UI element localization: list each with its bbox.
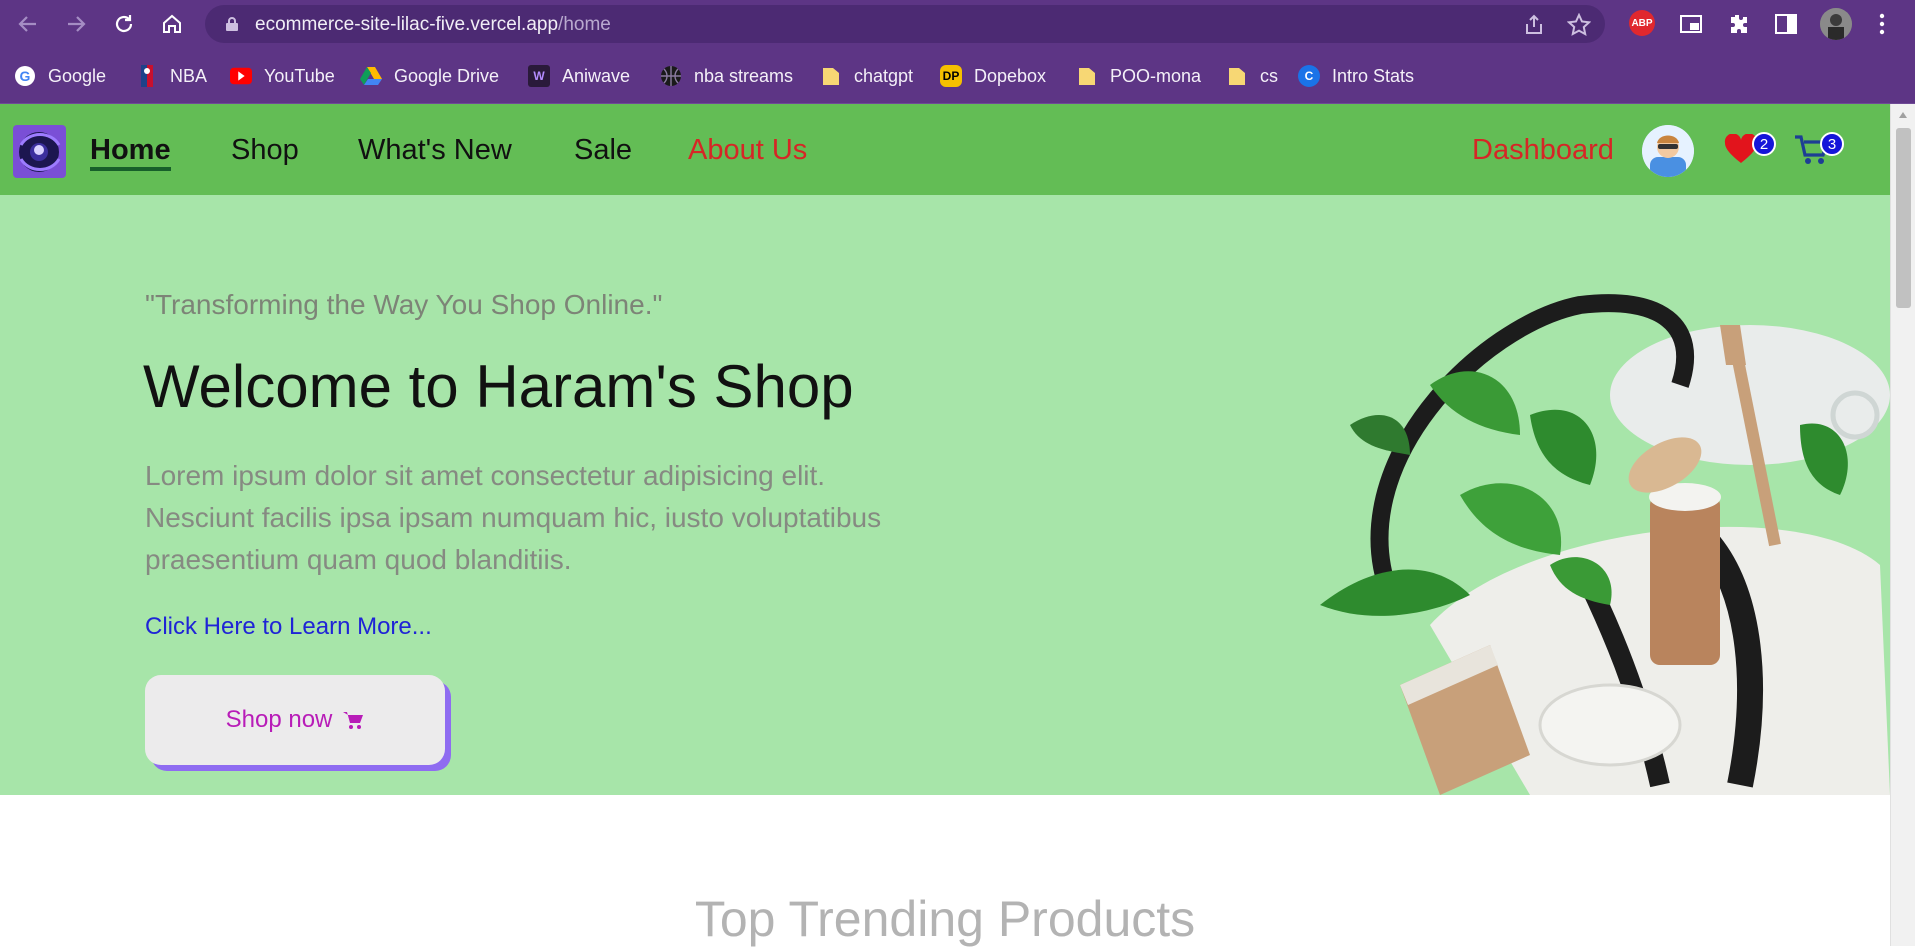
- wishlist-count-badge: 2: [1752, 132, 1776, 156]
- nav-shop[interactable]: Shop: [231, 134, 299, 167]
- forward-button[interactable]: [62, 10, 90, 38]
- picture-in-picture-button[interactable]: [1677, 10, 1705, 38]
- bookmarks-bar: G Google NBA YouTube Google Drive W Aniw…: [0, 48, 1915, 104]
- picture-in-picture-icon: [1680, 15, 1702, 33]
- user-avatar[interactable]: [1642, 125, 1694, 177]
- hero-product-image: [1320, 294, 1890, 795]
- bookmark-intro-stats[interactable]: C Intro Stats: [1298, 62, 1414, 90]
- bookmark-nba-streams[interactable]: nba streams: [660, 62, 793, 90]
- user-avatar-icon: [1642, 125, 1694, 177]
- side-panel-button[interactable]: [1772, 10, 1800, 38]
- bookmark-chatgpt[interactable]: chatgpt: [820, 62, 913, 90]
- profile-photo-icon: [1820, 8, 1852, 40]
- site-logo[interactable]: [13, 125, 66, 178]
- dopebox-icon: DP: [940, 65, 962, 87]
- youtube-icon: [230, 65, 252, 87]
- logo-swirl-icon: [19, 132, 61, 172]
- cart-count-badge: 3: [1820, 132, 1844, 156]
- nav-about-us[interactable]: About Us: [688, 134, 807, 167]
- bookmark-label: NBA: [170, 65, 208, 86]
- back-arrow-icon: [18, 16, 36, 32]
- bookmark-label: Google: [48, 65, 107, 86]
- intro-stats-icon: C: [1298, 65, 1320, 87]
- home-button[interactable]: [158, 10, 186, 38]
- reload-button[interactable]: [110, 10, 138, 38]
- bookmark-label: Google Drive: [394, 65, 500, 86]
- shop-now-label: Shop now: [225, 706, 333, 733]
- bookmark-label: chatgpt: [854, 65, 914, 86]
- bookmark-cs[interactable]: cs: [1226, 62, 1278, 90]
- hero-tagline: "Transforming the Way You Shop Online.": [145, 289, 663, 320]
- nav-whats-new[interactable]: What's New: [358, 134, 512, 167]
- aniwave-icon: W: [528, 65, 550, 87]
- svg-text:G: G: [20, 68, 31, 84]
- bookmark-youtube[interactable]: YouTube: [230, 62, 335, 90]
- bookmark-aniwave[interactable]: W Aniwave: [528, 62, 630, 90]
- shop-now-button[interactable]: Shop now: [145, 675, 445, 765]
- side-panel-icon: [1775, 14, 1797, 34]
- bookmark-google-drive[interactable]: Google Drive: [360, 62, 499, 90]
- adblock-plus-icon[interactable]: ABP: [1629, 10, 1655, 36]
- scroll-up-arrow-icon[interactable]: [1898, 111, 1908, 119]
- nav-sale[interactable]: Sale: [574, 134, 632, 167]
- extensions-button[interactable]: [1724, 10, 1752, 38]
- folder-icon: [820, 65, 842, 87]
- lock-icon: [226, 17, 238, 31]
- address-bar[interactable]: ecommerce-site-lilac-five.vercel.app/hom…: [205, 5, 1605, 43]
- bookmark-nba[interactable]: NBA: [136, 62, 207, 90]
- nav-dashboard[interactable]: Dashboard: [1472, 134, 1614, 167]
- back-button[interactable]: [14, 10, 42, 38]
- url-host: ecommerce-site-lilac-five.vercel.app: [255, 14, 559, 35]
- learn-more-link[interactable]: Click Here to Learn More...: [145, 613, 432, 641]
- site-navbar: Home Shop What's New Sale About Us Dashb…: [0, 104, 1890, 195]
- section-title: Top Trending Products: [694, 891, 1196, 947]
- bookmark-label: POO-mona: [1110, 65, 1202, 86]
- bookmark-label: YouTube: [264, 65, 335, 86]
- browser-toolbar: ecommerce-site-lilac-five.vercel.app/hom…: [0, 0, 1915, 48]
- browser-menu-button[interactable]: [1868, 10, 1896, 38]
- shopping-cart-icon: [343, 712, 364, 729]
- bookmark-label: Aniwave: [562, 65, 631, 86]
- drive-icon: [360, 65, 382, 87]
- basketball-icon: [660, 65, 682, 87]
- puzzle-icon: [1731, 15, 1747, 33]
- profile-avatar[interactable]: [1820, 8, 1852, 40]
- bookmark-google[interactable]: G Google: [14, 62, 106, 90]
- url-path: /home: [558, 14, 611, 35]
- wishlist-button[interactable]: 2: [1724, 132, 1776, 170]
- forward-arrow-icon: [68, 16, 86, 32]
- bookmark-label: cs: [1260, 65, 1278, 86]
- scrollbar-thumb[interactable]: [1896, 128, 1911, 308]
- kebab-menu-icon: [1879, 13, 1885, 35]
- hero-title: Welcome to Haram's Shop: [143, 353, 854, 420]
- bookmark-dopebox[interactable]: DP Dopebox: [940, 62, 1046, 90]
- home-icon: [163, 14, 181, 33]
- folder-icon: [1226, 65, 1248, 87]
- google-icon: G: [14, 65, 36, 87]
- bookmark-label: Intro Stats: [1332, 65, 1415, 86]
- cart-button[interactable]: 3: [1794, 132, 1844, 170]
- nav-home[interactable]: Home: [90, 134, 171, 171]
- bookmark-label: nba streams: [694, 65, 794, 86]
- nba-icon: [136, 65, 158, 87]
- hero-section: "Transforming the Way You Shop Online." …: [0, 195, 1890, 795]
- reload-icon: [115, 15, 133, 33]
- hero-description: Lorem ipsum dolor sit amet consectetur a…: [145, 460, 882, 575]
- url-text: ecommerce-site-lilac-five.vercel.app/hom…: [255, 14, 611, 36]
- bookmark-label: Dopebox: [974, 65, 1047, 86]
- folder-icon: [1076, 65, 1098, 87]
- bookmark-star-icon[interactable]: [1567, 13, 1591, 37]
- page-scrollbar[interactable]: [1890, 104, 1915, 946]
- bookmark-poo-mona[interactable]: POO-mona: [1076, 62, 1201, 90]
- share-icon[interactable]: [1523, 14, 1545, 36]
